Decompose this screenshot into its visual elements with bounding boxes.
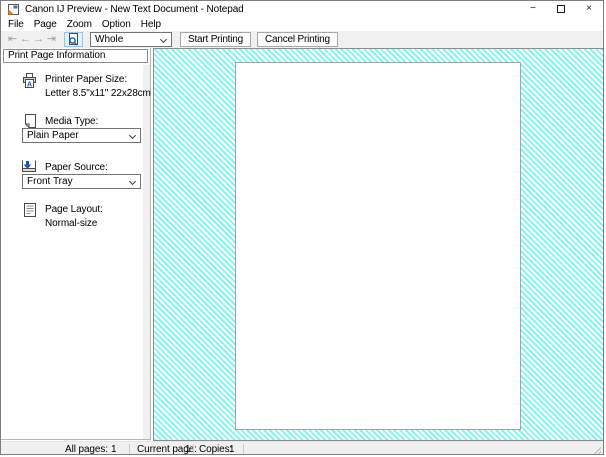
whole-view-toggle-button[interactable]: [64, 32, 83, 47]
first-page-button[interactable]: ⇤: [6, 32, 19, 47]
maximize-button[interactable]: [547, 1, 575, 16]
media-type-select[interactable]: Plain Paper: [22, 128, 141, 143]
close-icon: ×: [586, 3, 592, 14]
media-type-value: Plain Paper: [27, 130, 79, 141]
zoom-mode-select[interactable]: Whole: [90, 32, 172, 47]
paper-source-select[interactable]: Front Tray: [22, 174, 141, 189]
chevron-down-icon: [129, 178, 136, 185]
menu-item-zoom[interactable]: Zoom: [62, 19, 97, 30]
maximize-icon: [557, 5, 565, 13]
copies-label: Copies:: [199, 444, 232, 455]
last-page-button[interactable]: ⇥: [45, 32, 58, 47]
previous-page-button[interactable]: ←: [19, 32, 32, 47]
statusbar: All pages: 1 Current page: 1 Copies: 1: [1, 441, 603, 455]
minimize-button[interactable]: −: [519, 1, 547, 16]
all-pages-value: 1: [111, 444, 116, 455]
menu-item-option[interactable]: Option: [97, 19, 136, 30]
print-page-information-panel: Print Page Information A Printer Paper S…: [1, 48, 151, 440]
page-preview-canvas: [235, 62, 521, 430]
start-printing-button[interactable]: Start Printing: [180, 32, 251, 47]
svg-text:A: A: [27, 82, 32, 89]
paper-source-label: Paper Source:: [45, 162, 108, 173]
paper-source-value: Front Tray: [27, 176, 73, 187]
page-layout-label: Page Layout:: [45, 204, 103, 215]
next-page-button[interactable]: →: [32, 32, 45, 47]
media-type-icon: [24, 114, 37, 128]
menu-item-help[interactable]: Help: [136, 19, 166, 30]
toolbar: ⇤ ← → ⇥ Whole Start Printing Cancel Prin…: [1, 31, 603, 48]
printer-paper-size-value: Letter 8.5"x11" 22x28cm: [45, 88, 151, 99]
printer-icon: A: [22, 73, 37, 88]
chevron-down-icon: [160, 36, 167, 43]
menu-item-page[interactable]: Page: [29, 19, 62, 30]
titlebar: Canon IJ Preview - New Text Document - N…: [1, 1, 603, 17]
cancel-printing-button[interactable]: Cancel Printing: [257, 32, 338, 47]
window-title: Canon IJ Preview - New Text Document - N…: [25, 4, 244, 15]
app-icon: [8, 4, 19, 15]
page-layout-icon: [24, 203, 36, 217]
chevron-down-icon: [129, 132, 136, 139]
preview-area: [153, 48, 604, 441]
resize-grip[interactable]: [591, 444, 601, 454]
canon-ij-preview-window: Canon IJ Preview - New Text Document - N…: [0, 0, 604, 455]
statusbar-divider: [129, 444, 130, 455]
paper-source-icon: [21, 159, 37, 174]
menu-item-file[interactable]: File: [3, 19, 29, 30]
printer-paper-size-label: Printer Paper Size:: [45, 74, 127, 85]
media-type-label: Media Type:: [45, 116, 98, 127]
statusbar-divider: [243, 444, 244, 455]
page-layout-value: Normal-size: [45, 218, 97, 229]
zoom-mode-value: Whole: [95, 34, 123, 45]
current-page-value: 1: [185, 444, 190, 455]
window-controls: − ×: [519, 1, 603, 16]
panel-header: Print Page Information: [3, 49, 148, 63]
close-button[interactable]: ×: [575, 1, 603, 16]
minimize-icon: −: [530, 3, 536, 14]
all-pages-label: All pages:: [65, 444, 108, 455]
page-magnifier-icon: [67, 33, 80, 46]
statusbar-divider: [193, 444, 194, 455]
copies-value: 1: [229, 444, 234, 455]
sidebar-scrollbar-track: [143, 65, 150, 439]
menubar: File Page Zoom Option Help: [1, 17, 603, 31]
